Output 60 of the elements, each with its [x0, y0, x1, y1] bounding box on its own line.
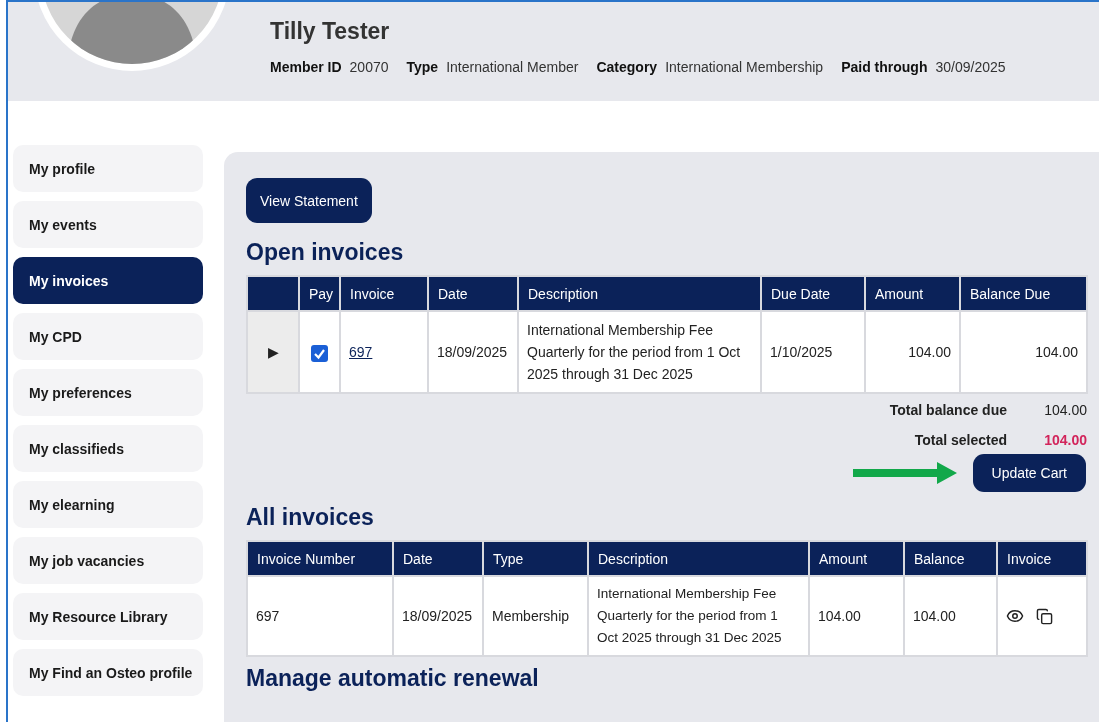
section-title: Open invoices — [246, 239, 405, 266]
total-label: Total selected — [914, 432, 1007, 448]
sidebar-item[interactable]: My Find an Osteo profile — [13, 649, 203, 696]
view-statement-button[interactable]: View Statement — [246, 178, 372, 223]
table-header-cell: Invoice Number — [247, 541, 393, 576]
field-value: 30/09/2025 — [935, 59, 1006, 75]
table-cell: 18/09/2025 — [428, 311, 518, 393]
invoice-link[interactable]: 697 — [349, 344, 373, 360]
update-cart-button[interactable]: Update Cart — [972, 454, 1086, 492]
field-value: 20070 — [349, 59, 389, 75]
table-cell: Membership — [483, 576, 588, 656]
field-label: Paid through — [841, 59, 928, 75]
section-title: All invoices — [246, 504, 375, 531]
pay-checkbox[interactable] — [311, 344, 328, 362]
field-value: International Member — [446, 59, 579, 75]
total-value: 104.00 — [1044, 402, 1087, 418]
sidebar-item[interactable]: My preferences — [13, 369, 203, 416]
sidebar-item[interactable]: My classifieds — [13, 425, 203, 472]
field-label: Type — [406, 59, 439, 75]
field-label: Member ID — [270, 59, 342, 75]
table-cell: 104.00 — [865, 311, 960, 393]
table-header-cell: Type — [483, 541, 588, 576]
table-cell: 18/09/2025 — [393, 576, 483, 656]
expander-cell[interactable]: ▶ — [247, 311, 299, 393]
sidebar-item[interactable]: My profile — [13, 145, 203, 192]
table-cell: 1/10/2025 — [761, 311, 865, 393]
table-cell: 104.00 — [960, 311, 1087, 393]
table-cell: 697 — [247, 576, 393, 656]
copy-icon[interactable] — [1036, 607, 1053, 625]
table-header-cell: Due Date — [761, 276, 865, 311]
table-header-cell: Pay — [299, 276, 340, 311]
field-label: Category — [596, 59, 658, 75]
sidebar-item[interactable]: My CPD — [13, 313, 203, 360]
total-value: 104.00 — [1044, 432, 1087, 448]
total-label: Total balance due — [889, 402, 1007, 418]
table-cell: 104.00 — [809, 576, 904, 656]
table-header-cell: Invoice — [997, 541, 1087, 576]
table-cell: 104.00 — [904, 576, 997, 656]
arrow-icon — [852, 462, 957, 484]
sidebar-item[interactable]: My Resource Library — [13, 593, 203, 640]
table-header-cell: Description — [588, 541, 809, 576]
view-icon[interactable] — [1006, 607, 1024, 625]
member-name: Tilly Tester — [270, 18, 391, 45]
table-header-cell: Date — [393, 541, 483, 576]
table-header-cell: Description — [518, 276, 761, 311]
table-header-cell: Date — [428, 276, 518, 311]
table-header-cell: Balance — [904, 541, 997, 576]
table-header-cell: Amount — [865, 276, 960, 311]
table-header-cell: Amount — [809, 541, 904, 576]
table-cell: International Membership Fee Quarterly for the period from 1 Oct 2025 through 31 Dec 2025 — [588, 576, 809, 656]
table-header-cell: Balance Due — [960, 276, 1087, 311]
table-header-cell — [247, 276, 299, 311]
sidebar-item[interactable]: My job vacancies — [13, 537, 203, 584]
section-title: Manage automatic renewal — [246, 665, 540, 692]
sidebar-item[interactable]: My elearning — [13, 481, 203, 528]
table-header-cell: Invoice — [340, 276, 428, 311]
field-value: International Membership — [665, 59, 824, 75]
sidebar-item[interactable]: My invoices — [13, 257, 203, 304]
sidebar-item[interactable]: My events — [13, 201, 203, 248]
table-cell: International Membership Fee Quarterly for the period from 1 Oct 2025 through 31 Dec 2025 — [518, 311, 761, 393]
